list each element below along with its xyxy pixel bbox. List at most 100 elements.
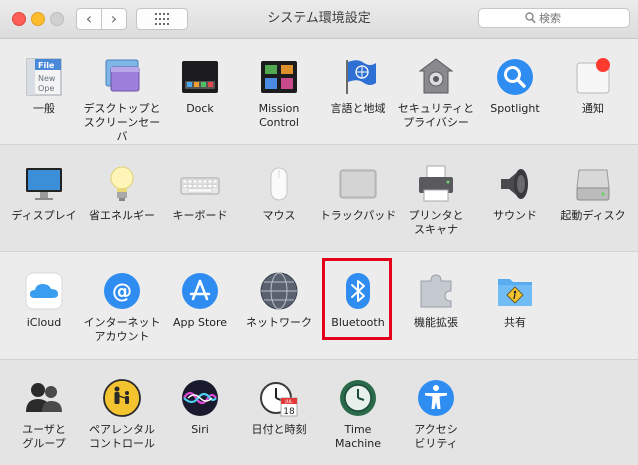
pref-internet-accounts[interactable]: @ インターネット アカウント xyxy=(82,271,162,344)
pref-label: 一般 xyxy=(33,102,55,115)
desktop-screensaver-icon xyxy=(102,57,142,97)
notifications-icon xyxy=(573,57,613,97)
general-icon: File New Ope xyxy=(24,57,64,97)
general-icon-new-text: New xyxy=(38,74,56,83)
internet-accounts-icon: @ xyxy=(102,271,142,311)
pref-language-region[interactable]: 言語と地域 xyxy=(318,57,398,116)
dock-icon xyxy=(180,57,220,97)
pref-mouse[interactable]: マウス xyxy=(239,164,319,223)
pref-label: 言語と地域 xyxy=(330,102,386,115)
extensions-icon xyxy=(416,271,456,311)
pref-desktop-screensaver[interactable]: デスクトップと スクリーンセーバ xyxy=(82,57,162,144)
system-preferences-window: ‹ › システム環境設定 検索 File New Ope 一般 デスクトップと … xyxy=(0,0,638,465)
sharing-icon xyxy=(495,271,535,311)
pref-label: サウンド xyxy=(493,209,537,222)
pref-label: 日付と時刻 xyxy=(251,423,307,436)
general-icon-file-text: File xyxy=(38,61,55,70)
pref-security-privacy[interactable]: セキュリティと プライバシー xyxy=(396,57,476,130)
pref-label: アクセシ ビリティ xyxy=(414,423,458,450)
keyboard-icon xyxy=(180,164,220,204)
pref-startup-disk[interactable]: 起動ディスク xyxy=(553,164,633,223)
startup-disk-icon xyxy=(573,164,613,204)
language-region-icon xyxy=(338,57,378,97)
title-bar: ‹ › システム環境設定 xyxy=(0,0,638,39)
pref-keyboard[interactable]: キーボード xyxy=(160,164,240,223)
pref-label: キーボード xyxy=(172,209,228,222)
pref-notifications[interactable]: 通知 xyxy=(553,57,633,116)
app-store-icon xyxy=(180,271,220,311)
calendar-month-text: JUL xyxy=(284,399,293,405)
general-icon-open-text: Ope xyxy=(38,84,54,93)
forward-button[interactable]: › xyxy=(101,8,127,30)
siri-icon xyxy=(180,378,220,418)
show-all-button[interactable] xyxy=(136,8,188,30)
mission-control-icon xyxy=(259,57,299,97)
pref-label: ユーザと グループ xyxy=(22,423,66,450)
notification-badge xyxy=(596,58,610,72)
trackpad-icon xyxy=(338,164,378,204)
pref-users-groups[interactable]: ユーザと グループ xyxy=(4,378,84,451)
zoom-button[interactable] xyxy=(50,12,64,26)
pref-trackpad[interactable]: トラックパッド xyxy=(318,164,398,223)
pref-label: ペアレンタル コントロール xyxy=(89,423,155,450)
pref-sharing[interactable]: 共有 xyxy=(475,271,555,330)
pref-spotlight[interactable]: Spotlight xyxy=(475,57,555,116)
pref-label: 省エネルギー xyxy=(89,209,155,222)
pref-label: ディスプレイ xyxy=(11,209,77,222)
accessibility-icon xyxy=(416,378,456,418)
pref-label: トラックパッド xyxy=(319,209,397,222)
search-field[interactable] xyxy=(478,8,630,28)
energy-saver-icon xyxy=(102,164,142,204)
spotlight-icon xyxy=(495,57,535,97)
pref-network[interactable]: ネットワーク xyxy=(239,271,319,330)
search-input[interactable] xyxy=(539,10,625,26)
pref-label: Mission Control xyxy=(258,102,300,129)
pref-label: Spotlight xyxy=(490,102,540,115)
pref-label: 共有 xyxy=(504,316,526,329)
svg-text:@: @ xyxy=(112,279,132,303)
pref-label: 機能拡張 xyxy=(414,316,458,329)
pref-siri[interactable]: Siri xyxy=(160,378,240,437)
pref-label: iCloud xyxy=(26,316,62,329)
pref-label: App Store xyxy=(172,316,228,329)
pref-general[interactable]: File New Ope 一般 xyxy=(4,57,84,116)
printers-scanners-icon xyxy=(416,164,456,204)
pref-label: インターネット アカウント xyxy=(83,316,161,343)
pref-energy-saver[interactable]: 省エネルギー xyxy=(82,164,162,223)
pref-accessibility[interactable]: アクセシ ビリティ xyxy=(396,378,476,451)
pref-app-store[interactable]: App Store xyxy=(160,271,240,330)
pref-parental-controls[interactable]: ペアレンタル コントロール xyxy=(82,378,162,451)
pref-sound[interactable]: サウンド xyxy=(475,164,555,223)
icloud-icon xyxy=(24,271,64,311)
pref-time-machine[interactable]: Time Machine xyxy=(318,378,398,451)
pref-label: プリンタと スキャナ xyxy=(408,209,464,236)
pref-label: Siri xyxy=(191,423,209,436)
time-machine-icon xyxy=(338,378,378,418)
pref-label: セキュリティと プライバシー xyxy=(397,102,475,129)
pref-dock[interactable]: Dock xyxy=(160,57,240,116)
pref-extensions[interactable]: 機能拡張 xyxy=(396,271,476,330)
pref-printers-scanners[interactable]: プリンタと スキャナ xyxy=(396,164,476,237)
parental-controls-icon xyxy=(102,378,142,418)
pref-label: 通知 xyxy=(582,102,604,115)
calendar-day-text: 18 xyxy=(283,407,295,417)
pref-displays[interactable]: ディスプレイ xyxy=(4,164,84,223)
close-button[interactable] xyxy=(12,12,26,26)
sound-icon xyxy=(495,164,535,204)
pref-icloud[interactable]: iCloud xyxy=(4,271,84,330)
pref-label: デスクトップと スクリーンセーバ xyxy=(83,102,161,143)
bluetooth-highlight-box xyxy=(322,258,392,340)
pref-mission-control[interactable]: Mission Control xyxy=(239,57,319,130)
pref-label: マウス xyxy=(262,209,296,222)
network-icon xyxy=(259,271,299,311)
pref-label: Dock xyxy=(186,102,214,115)
pref-label: Time Machine xyxy=(334,423,382,450)
back-button[interactable]: ‹ xyxy=(76,8,102,30)
minimize-button[interactable] xyxy=(31,12,45,26)
date-time-icon: JUL 18 xyxy=(259,378,299,418)
displays-icon xyxy=(24,164,64,204)
search-icon xyxy=(525,12,536,24)
pref-label: ネットワーク xyxy=(246,316,312,329)
mouse-icon xyxy=(259,164,299,204)
pref-date-time[interactable]: JUL 18 日付と時刻 xyxy=(239,378,319,437)
